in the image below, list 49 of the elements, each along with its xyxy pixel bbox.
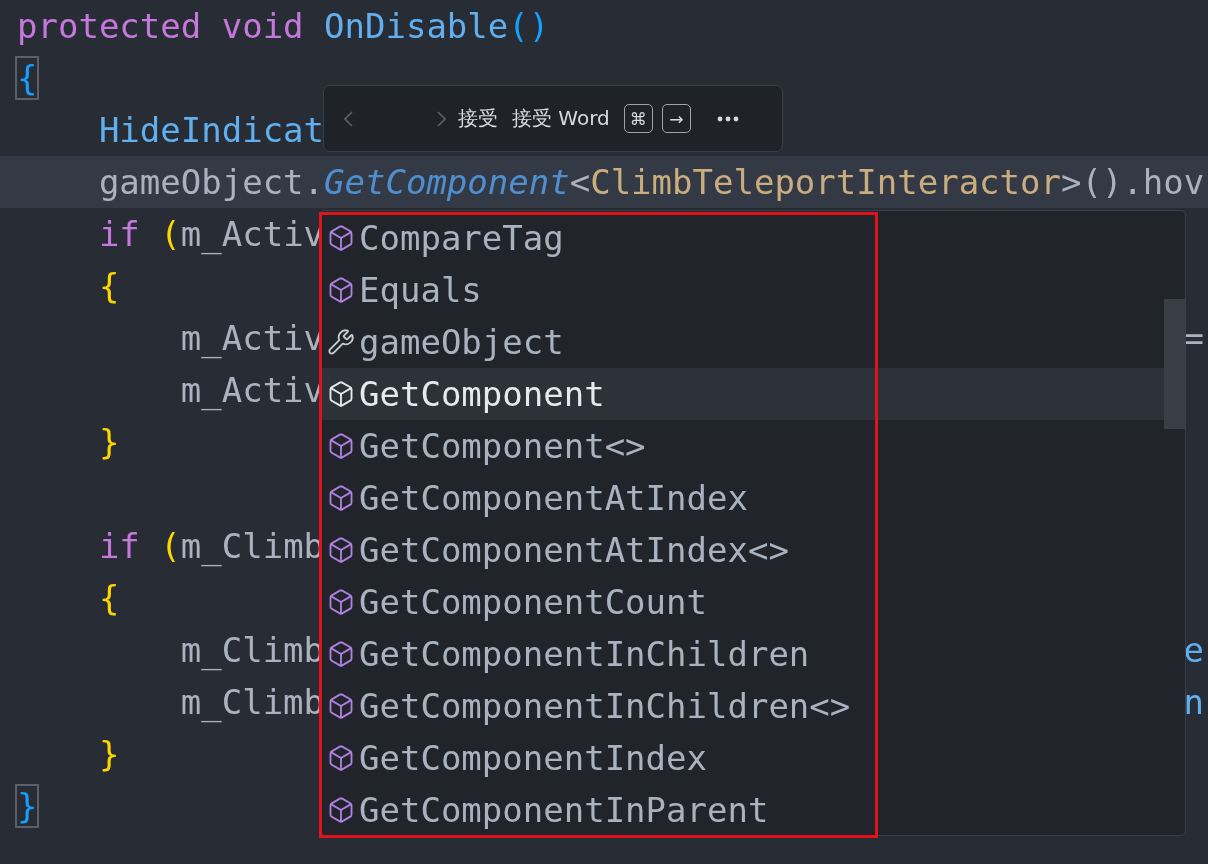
- suggestion-item[interactable]: Equals: [321, 264, 1164, 316]
- cube-icon: [327, 276, 355, 304]
- suggestion-item[interactable]: GetComponentIndex: [321, 732, 1164, 784]
- wrench-icon: [327, 328, 355, 356]
- suggestion-item[interactable]: GetComponentAtIndex: [321, 472, 1164, 524]
- code-token: {: [98, 266, 120, 306]
- code-token: gameObject.: [98, 162, 325, 202]
- suggestion-item[interactable]: GetComponent<>: [321, 420, 1164, 472]
- code-token: }: [98, 734, 120, 774]
- chevron-right-icon: [437, 110, 446, 127]
- cube-icon: [327, 224, 355, 252]
- keycap: ⌘: [623, 104, 653, 133]
- code-token: OnDisable: [324, 6, 509, 46]
- suggestion-item[interactable]: GetComponentInParent: [321, 784, 1164, 835]
- cube-icon: [327, 744, 355, 772]
- cube-icon: [327, 432, 355, 460]
- code-token: e: [1183, 630, 1205, 670]
- cube-icon: [327, 380, 355, 408]
- code-token: protected void: [17, 6, 304, 46]
- code-token: (: [160, 526, 181, 566]
- code-token: n: [1183, 682, 1205, 722]
- code-token: }: [98, 422, 120, 462]
- more-icon: [716, 115, 739, 122]
- code-token: {: [98, 578, 120, 618]
- code-token: >().hov: [1061, 162, 1205, 202]
- keycap: →: [661, 104, 691, 133]
- matched-bracket: }: [17, 786, 38, 826]
- code-token: ClimbTeleportInteractor: [590, 162, 1061, 202]
- suggestion-item[interactable]: GetComponent: [321, 368, 1164, 420]
- cube-icon: [327, 484, 355, 512]
- accept-word-button[interactable]: 接受 Word: [510, 105, 612, 132]
- cube-icon: [327, 588, 355, 616]
- cube-icon: [327, 640, 355, 668]
- code-token: HideIndicat: [98, 110, 325, 150]
- cube-icon: [327, 692, 355, 720]
- code-token: <: [569, 162, 591, 202]
- code-token: if: [98, 526, 140, 566]
- accept-button[interactable]: 接受: [456, 105, 500, 132]
- code-token: GetComponent: [324, 162, 570, 202]
- scrollbar-thumb[interactable]: [1164, 299, 1185, 429]
- suggestion-item[interactable]: GetComponentCount: [321, 576, 1164, 628]
- code-token: (): [508, 6, 550, 46]
- more-button[interactable]: [716, 115, 739, 122]
- matched-bracket: {: [17, 58, 38, 98]
- cube-icon: [327, 796, 355, 824]
- code-token: if: [98, 214, 140, 254]
- cube-icon: [327, 536, 355, 564]
- code-token: (: [160, 214, 181, 254]
- chevron-left-icon: [344, 110, 353, 127]
